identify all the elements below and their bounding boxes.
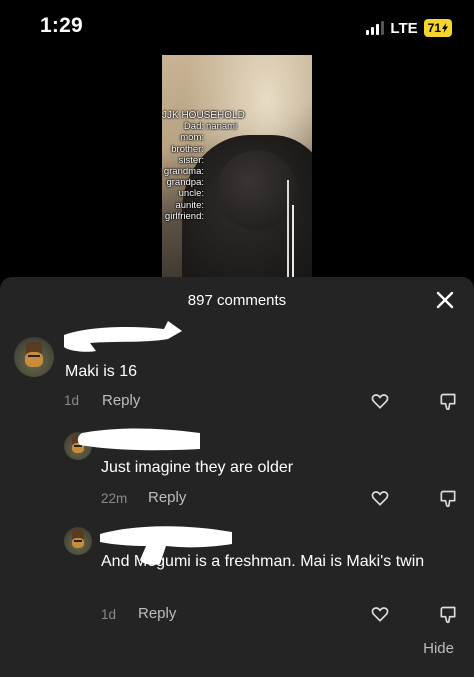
network-label: LTE bbox=[390, 19, 418, 37]
overlay-line: Dad: nanami bbox=[162, 121, 237, 133]
overlay-line-label: grandpa: bbox=[166, 177, 204, 189]
charging-bolt-icon bbox=[442, 23, 448, 33]
overlay-line-label: sister: bbox=[178, 154, 204, 166]
overlay-line-label: uncle: bbox=[178, 188, 204, 200]
overlay-line-label: aunite: bbox=[175, 199, 204, 211]
overlay-line: uncle: bbox=[162, 188, 204, 199]
overlay-line-label: brother: bbox=[171, 143, 204, 155]
dislike-icon[interactable] bbox=[438, 392, 458, 412]
comment-time: 1d bbox=[101, 607, 117, 622]
battery-icon: 71 bbox=[423, 19, 452, 37]
overlay-line: sister: bbox=[162, 155, 204, 166]
comment-text: Maki is 16 bbox=[65, 363, 138, 380]
heart-icon[interactable] bbox=[370, 391, 390, 411]
signal-icon bbox=[366, 21, 385, 35]
battery-level: 71 bbox=[427, 21, 441, 35]
overlay-line-label: girlfriend: bbox=[164, 210, 204, 222]
comment-time: 1d bbox=[64, 393, 80, 408]
overlay-line-label: mom: bbox=[180, 132, 204, 144]
video-overlay-text: JJK HOUSEHOLD Dad: nanami mom: brother: sist… bbox=[162, 110, 312, 222]
overlay-line: grandma: bbox=[162, 166, 204, 177]
status-time: 1:29 bbox=[40, 14, 83, 37]
reply-button[interactable]: Reply bbox=[148, 489, 186, 506]
overlay-line: brother: bbox=[162, 144, 204, 155]
redacted-username bbox=[77, 428, 200, 451]
overlay-line: girlfriend: bbox=[162, 211, 204, 222]
overlay-line-label: grandma: bbox=[163, 166, 204, 178]
overlay-line: grandpa: bbox=[162, 177, 204, 188]
overlay-lines: Dad: nanami mom: brother: sister: grandma: gra… bbox=[162, 121, 237, 222]
overlay-line-label: Dad: bbox=[183, 121, 204, 133]
comment-time: 22m bbox=[101, 491, 128, 506]
overlay-line: mom: bbox=[162, 132, 204, 143]
reply-button[interactable]: Reply bbox=[138, 605, 176, 622]
avatar[interactable] bbox=[14, 337, 54, 377]
dislike-icon[interactable] bbox=[438, 605, 458, 625]
dislike-icon[interactable] bbox=[438, 489, 458, 509]
redacted-username bbox=[64, 321, 182, 352]
overlay-title: JJK HOUSEHOLD bbox=[162, 110, 245, 121]
overlay-line: aunite: bbox=[162, 200, 204, 211]
reply-button[interactable]: Reply bbox=[102, 392, 140, 409]
close-icon[interactable] bbox=[434, 289, 456, 311]
comments-sheet: 897 comments Maki is 16 1d Reply Just im… bbox=[0, 277, 474, 677]
heart-icon[interactable] bbox=[370, 604, 390, 624]
comment-text: Just imagine they are older bbox=[101, 459, 294, 476]
status-indicators: LTE 71 bbox=[366, 18, 452, 38]
video-thumbnail[interactable]: JJK HOUSEHOLD Dad: nanami mom: brother: sist… bbox=[162, 55, 312, 277]
comment-text: And Megumi is a freshman. Mai is Maki's … bbox=[101, 553, 425, 570]
hide-replies-link[interactable]: Hide bbox=[423, 640, 454, 657]
overlay-line-value: nanami bbox=[206, 121, 238, 133]
avatar[interactable] bbox=[64, 527, 92, 555]
comments-count-title: 897 comments bbox=[187, 292, 287, 309]
heart-icon[interactable] bbox=[370, 488, 390, 508]
